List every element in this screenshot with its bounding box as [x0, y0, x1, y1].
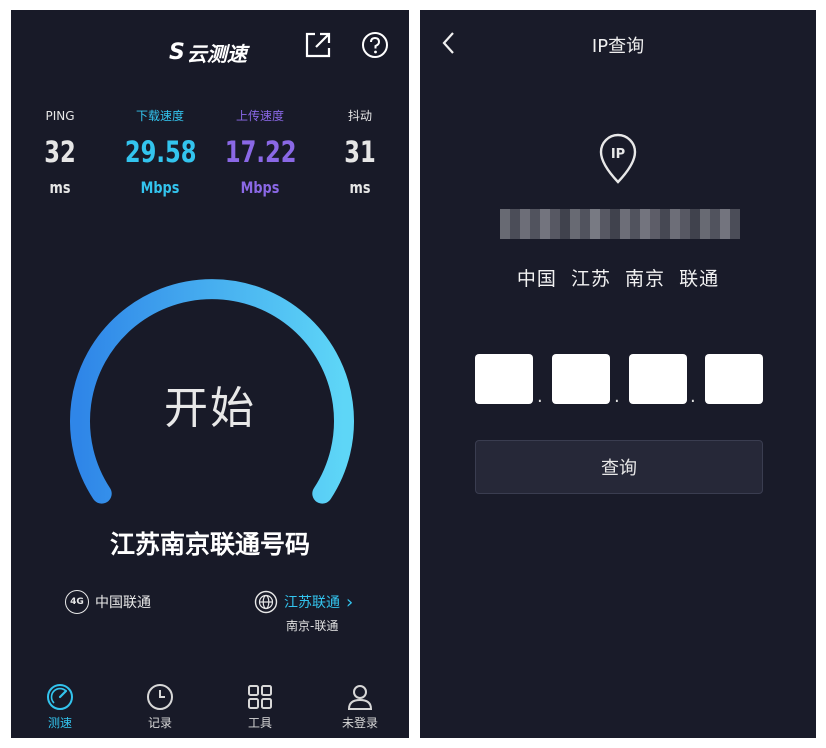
ip-octet-3-input[interactable]	[629, 354, 687, 404]
ping-unit: ms	[49, 178, 71, 197]
nav-label-history: 记录	[147, 716, 172, 730]
page-title: IP查询	[591, 36, 645, 57]
ping-value: 32	[44, 135, 76, 169]
download-label: 下载速度	[135, 109, 184, 123]
nav-item-login[interactable]: 未登录	[320, 682, 400, 731]
octet-separator: .	[614, 386, 620, 407]
octet-separator: .	[690, 386, 696, 407]
ping-label: PING	[45, 109, 75, 123]
upload-label: 上传速度	[235, 109, 284, 123]
chevron-right-icon: ›	[346, 591, 354, 613]
speed-test-screen: S 云测速 PING 32 ms 下载速度 29.58 Mbps 上传速度 17…	[11, 10, 409, 738]
server-selector[interactable]: 江苏联通 ›	[254, 590, 353, 614]
pin-label: IP	[611, 147, 625, 162]
upload-value: 17.22	[224, 135, 297, 169]
speedometer-icon	[47, 684, 73, 710]
jitter-label: 抖动	[347, 109, 372, 123]
ip-octet-2-input[interactable]	[552, 354, 610, 404]
ip-query-screen: IP查询 IP 中国 江苏 南京 联通 . . . 查询	[420, 10, 816, 738]
clock-icon	[147, 684, 173, 710]
jitter-stat: 抖动 31 ms	[315, 108, 405, 197]
network-carrier: 4G 中国联通	[65, 590, 151, 614]
ip-location-pin-icon: IP	[599, 133, 637, 184]
ip-address-blurred	[500, 209, 740, 239]
help-icon[interactable]	[360, 30, 390, 60]
bottom-nav: 测速 记录 工具 未登录	[11, 680, 409, 738]
ip-location-text: 中国 江苏 南京 联通	[516, 268, 720, 290]
ip-octet-1-input[interactable]	[475, 354, 533, 404]
upload-stat: 上传速度 17.22 Mbps	[215, 108, 305, 197]
nav-item-tools[interactable]: 工具	[220, 682, 300, 731]
nav-label-tools: 工具	[247, 716, 272, 730]
globe-icon	[254, 590, 278, 614]
nav-label-speedtest: 测速	[47, 716, 72, 730]
logo-mark-icon: S	[169, 39, 185, 65]
region-title: 江苏南京联通号码	[109, 530, 310, 559]
download-unit: Mbps	[140, 178, 180, 197]
download-value: 29.58	[124, 135, 197, 169]
ip-octet-4-input[interactable]	[705, 354, 763, 404]
grid-icon	[248, 685, 272, 709]
upload-unit: Mbps	[240, 178, 280, 197]
carrier-name: 中国联通	[95, 595, 151, 611]
network-4g-icon: 4G	[65, 590, 89, 614]
share-icon[interactable]	[303, 30, 333, 60]
query-button[interactable]: 查询	[475, 440, 763, 494]
server-location: 南京-联通	[286, 619, 339, 633]
nav-item-speedtest[interactable]: 测速	[20, 682, 100, 731]
logo-text: 云测速	[186, 41, 247, 66]
start-button[interactable]: 开始	[11, 372, 409, 436]
app-logo: S 云测速	[169, 38, 247, 66]
octet-separator: .	[537, 386, 543, 407]
jitter-unit: ms	[349, 178, 371, 197]
jitter-value: 31	[344, 135, 376, 169]
ping-stat: PING 32 ms	[15, 108, 105, 197]
server-name: 江苏联通	[284, 595, 340, 611]
nav-item-history[interactable]: 记录	[120, 682, 200, 731]
nav-label-login: 未登录	[341, 716, 378, 730]
download-stat: 下载速度 29.58 Mbps	[115, 108, 205, 197]
user-icon	[347, 685, 373, 710]
